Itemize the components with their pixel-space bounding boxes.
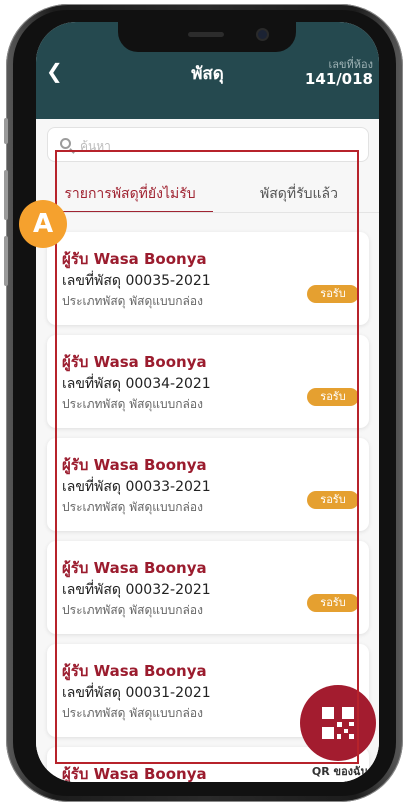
speaker bbox=[188, 32, 224, 37]
qr-button-label: QR ของฉัน bbox=[311, 765, 369, 778]
volume-up-button bbox=[4, 170, 8, 220]
parcel-receiver: ผู้รับ Wasa Boonya bbox=[62, 765, 207, 782]
mute-switch bbox=[4, 118, 8, 144]
room-number: 141/018 bbox=[304, 70, 373, 88]
volume-down-button bbox=[4, 236, 8, 286]
front-camera bbox=[258, 30, 267, 39]
search-icon bbox=[60, 138, 71, 149]
annotation-marker: A bbox=[19, 200, 67, 248]
notch bbox=[118, 22, 296, 52]
highlight-frame bbox=[55, 150, 359, 764]
